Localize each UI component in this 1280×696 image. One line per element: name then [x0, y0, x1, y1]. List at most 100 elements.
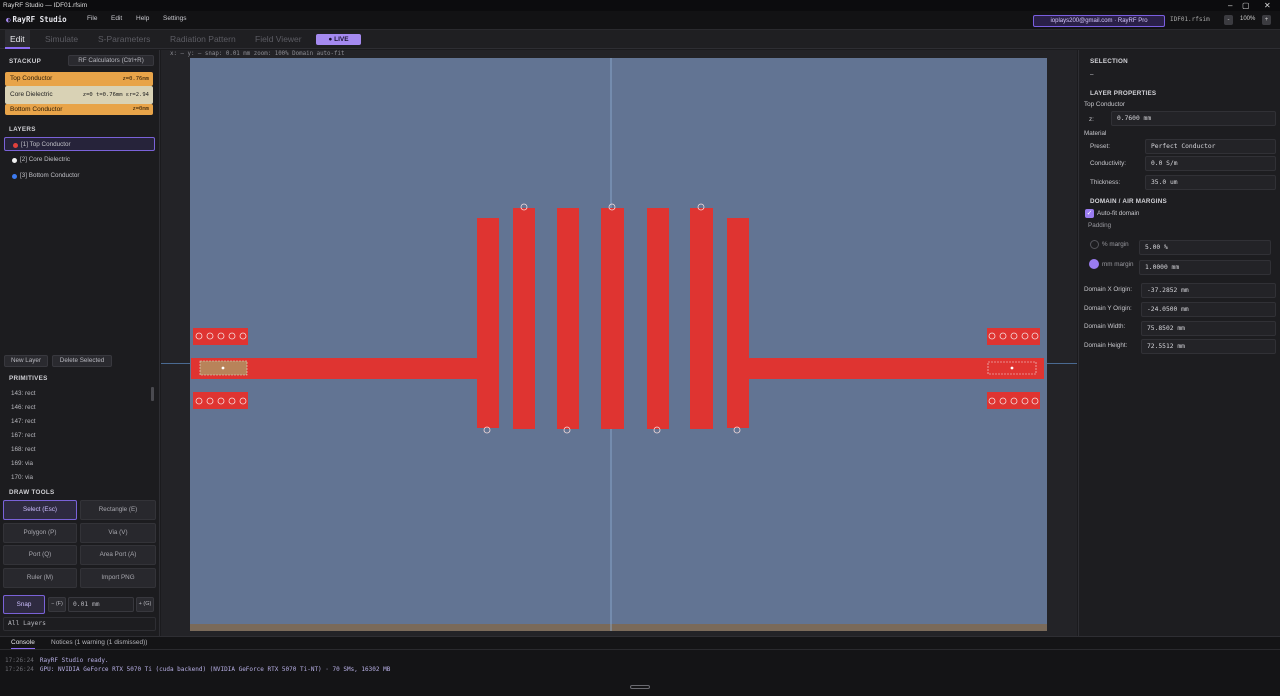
snap-increase-button[interactable]: + (G) — [136, 597, 154, 612]
resonator-finger[interactable] — [513, 208, 535, 429]
window-titlebar: RayRF Studio — IDF01.rfsim – ▢ ✕ — [0, 0, 1280, 11]
tab-field-viewer[interactable]: Field Viewer — [255, 30, 302, 49]
zoom-out-button[interactable]: - — [1224, 15, 1233, 25]
new-layer-button[interactable]: New Layer — [4, 355, 48, 367]
menu-file[interactable]: File — [87, 15, 97, 22]
primitive-item[interactable]: 167: rect — [11, 432, 36, 439]
layer-properties-title: LAYER PROPERTIES — [1090, 90, 1157, 97]
tab-radiation-pattern[interactable]: Radiation Pattern — [170, 30, 236, 49]
preset-label: Preset: — [1090, 143, 1110, 150]
layer-label: [2] Core Dielectric — [20, 156, 71, 163]
layer-color-dot — [12, 174, 17, 179]
resonator-finger[interactable] — [690, 208, 713, 429]
domain-y-origin-field[interactable]: -24.0500 mm — [1141, 302, 1276, 317]
mm-margin-label: mm margin — [1102, 261, 1134, 268]
live-badge[interactable]: ● LIVE — [316, 34, 361, 45]
feedline-right[interactable] — [746, 358, 1044, 379]
zoom-in-button[interactable]: + — [1262, 15, 1271, 25]
domain-height-field[interactable]: 72.5512 mm — [1141, 339, 1276, 354]
tab-edit[interactable]: Edit — [5, 30, 30, 49]
preset-select[interactable]: Perfect Conductor — [1145, 139, 1276, 154]
close-icon[interactable]: ✕ — [1264, 0, 1271, 11]
select-tool-button[interactable]: Select (Esc) — [3, 500, 77, 520]
layer-filter-select[interactable]: All Layers — [3, 617, 156, 631]
comb-bar-right-outer[interactable] — [727, 218, 749, 428]
layer-color-dot — [12, 158, 17, 163]
console-divider — [0, 649, 1280, 650]
stackup-bottom-conductor[interactable]: Bottom Conductor z=0mm — [5, 104, 153, 115]
stackup-top-conductor[interactable]: Top Conductor z=0.76mm — [5, 72, 153, 86]
ruler-tool-button[interactable]: Ruler (M) — [3, 568, 77, 588]
mm-margin-field[interactable]: 1.0000 mm — [1139, 260, 1271, 275]
radio-mm-margin[interactable] — [1089, 259, 1099, 269]
primitives-title: PRIMITIVES — [9, 375, 48, 382]
layers-title: LAYERS — [9, 126, 36, 133]
domain-width-field[interactable]: 75.8502 mm — [1141, 321, 1276, 336]
menu-help[interactable]: Help — [136, 15, 149, 22]
console-resize-handle[interactable] — [630, 685, 650, 689]
snap-toggle[interactable]: Snap — [3, 595, 45, 614]
radio-pct-margin[interactable] — [1090, 240, 1099, 249]
menu-settings[interactable]: Settings — [163, 15, 187, 22]
layer-color-dot — [13, 143, 18, 148]
via-tool-button[interactable]: Via (V) — [80, 523, 156, 543]
polygon-tool-button[interactable]: Polygon (P) — [3, 523, 77, 543]
domain-y-origin-label: Domain Y Origin: — [1084, 305, 1132, 312]
conductivity-field[interactable]: 0.0 S/m — [1145, 156, 1276, 171]
autofit-label: Auto-fit domain — [1097, 210, 1140, 217]
snap-decrease-button[interactable]: − (F) — [48, 597, 66, 612]
maximize-icon[interactable]: ▢ — [1242, 0, 1250, 11]
area-port-tool-button[interactable]: Area Port (A) — [80, 545, 156, 565]
pcb-canvas[interactable] — [190, 58, 1047, 631]
rf-calculators-button[interactable]: RF Calculators (Ctrl+R) — [68, 55, 154, 66]
top-conductor-shapes[interactable] — [191, 208, 1044, 429]
primitive-item[interactable]: 168: rect — [11, 446, 36, 453]
rectangle-tool-button[interactable]: Rectangle (E) — [80, 500, 156, 520]
port-tool-button[interactable]: Port (Q) — [3, 545, 77, 565]
domain-x-origin-label: Domain X Origin: — [1084, 286, 1132, 293]
import-png-button[interactable]: Import PNG — [80, 568, 156, 588]
resonator-finger[interactable] — [647, 208, 669, 429]
layer-item-bottom-conductor[interactable]: [3] Bottom Conductor — [4, 169, 155, 183]
layout-drawing[interactable] — [190, 58, 1047, 631]
delete-selected-button[interactable]: Delete Selected — [52, 355, 112, 367]
layer-name: Top Conductor — [1084, 101, 1125, 108]
thickness-field[interactable]: 35.0 um — [1145, 175, 1276, 190]
layer-label: [1] Top Conductor — [21, 141, 71, 148]
zoom-control: - 100% + — [1224, 15, 1274, 27]
primitive-item[interactable]: 143: rect — [11, 390, 36, 397]
stackup-title: STACKUP — [9, 58, 42, 65]
primitive-item[interactable]: 147: rect — [11, 418, 36, 425]
resonator-finger[interactable] — [557, 208, 579, 429]
minimize-icon[interactable]: – — [1228, 0, 1232, 11]
account-badge[interactable]: ioplays200@gmail.com · RayRF Pro — [1033, 15, 1165, 27]
primitive-item[interactable]: 169: via — [11, 460, 33, 467]
tab-simulate[interactable]: Simulate — [45, 30, 78, 49]
tab-console[interactable]: Console — [11, 639, 35, 649]
checkbox-checked-icon[interactable]: ✓ — [1085, 209, 1094, 218]
cursor-coordinates: x: — y: — snap: 0.01 mm zoom: 100% Domai… — [170, 51, 345, 57]
comb-bar-left-outer[interactable] — [477, 218, 499, 428]
material-title: Material — [1084, 130, 1107, 137]
stackup-core-dielectric[interactable]: Core Dielectric z=0 t=0.76mm εr=2.94 — [5, 86, 153, 104]
primitive-item[interactable]: 170: via — [11, 474, 33, 481]
primitives-scrollbar[interactable] — [151, 387, 154, 401]
tab-notices[interactable]: Notices (1 warning (1 dismissed)) — [51, 639, 147, 646]
tab-s-parameters[interactable]: S-Parameters — [98, 30, 150, 49]
snap-value-field[interactable]: 0.01 mm — [68, 597, 134, 612]
resonator-finger[interactable] — [601, 208, 624, 429]
thickness-label: Thickness: — [1090, 179, 1121, 186]
primitive-item[interactable]: 146: rect — [11, 404, 36, 411]
stackup-name: Bottom Conductor — [10, 106, 63, 113]
menu-edit[interactable]: Edit — [111, 15, 122, 22]
layer-item-top-conductor[interactable]: [1] Top Conductor — [4, 137, 155, 151]
console-timestamp: 17:26:24 — [5, 657, 34, 664]
pct-margin-field[interactable]: 5.00 % — [1139, 240, 1271, 255]
z-label: z: — [1089, 116, 1094, 123]
port-marker — [1010, 366, 1014, 370]
layer-item-core-dielectric[interactable]: [2] Core Dielectric — [4, 153, 155, 167]
domain-x-origin-field[interactable]: -37.2852 mm — [1141, 283, 1276, 298]
stackup-info: z=0mm — [132, 106, 149, 112]
z-field[interactable]: 0.7600 mm — [1111, 111, 1276, 126]
dielectric-edge — [190, 624, 1047, 631]
